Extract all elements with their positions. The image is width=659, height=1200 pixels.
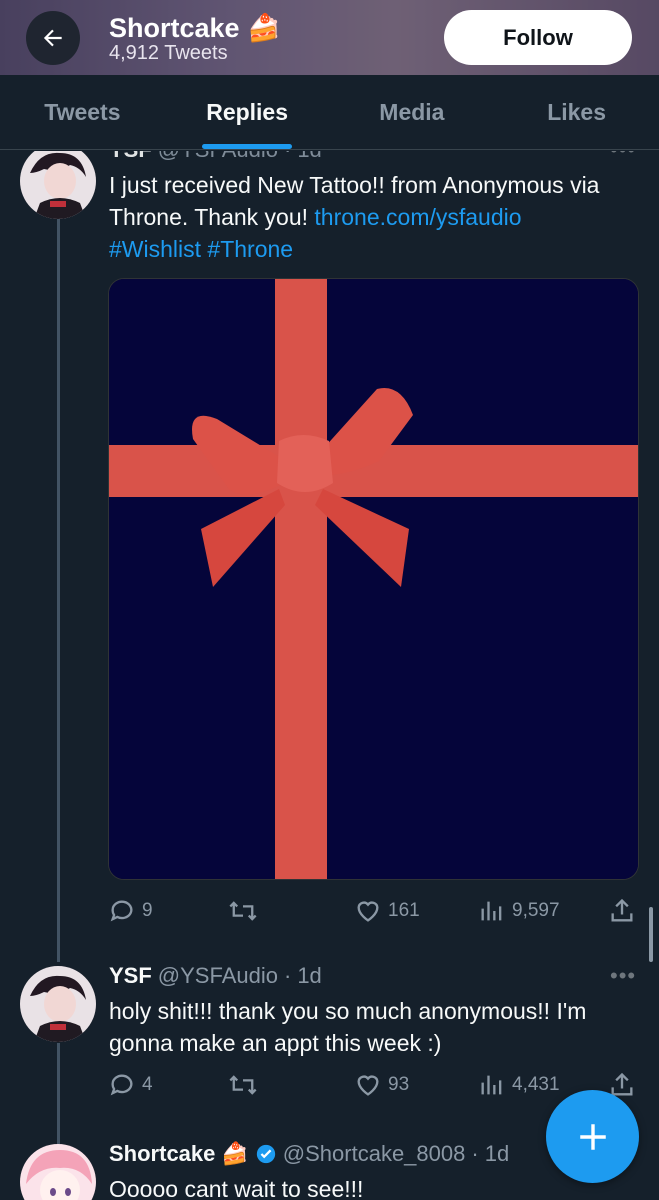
- tweet-actions: 9 161 9,597: [108, 897, 638, 927]
- arrow-left-icon: [43, 29, 62, 47]
- tweet-header: Shortcake 🍰 @Shortcake_8008 · 1d: [109, 1141, 510, 1167]
- tweet-hashtags[interactable]: #Wishlist #Throne: [109, 236, 293, 262]
- follow-button[interactable]: Follow: [444, 10, 632, 65]
- tweet-time: 1d: [297, 963, 322, 988]
- heart-icon: [357, 901, 379, 922]
- views-button[interactable]: 9,597: [478, 897, 560, 925]
- tab-media[interactable]: Media: [330, 75, 495, 149]
- view-count: 4,431: [512, 1074, 560, 1095]
- cake-emoji: 🍰: [221, 1141, 249, 1166]
- retweet-icon: [229, 901, 257, 921]
- avatar-image: [20, 1144, 96, 1200]
- retweet-icon: [229, 1075, 257, 1095]
- tweet-time: 1d: [297, 151, 321, 163]
- author-name[interactable]: YSF: [109, 963, 152, 989]
- like-count: 161: [388, 900, 420, 921]
- profile-header: Shortcake 🍰 4,912 Tweets Follow: [0, 0, 659, 75]
- tweet-time: 1d: [484, 1141, 510, 1166]
- cake-emoji: 🍰: [247, 13, 281, 43]
- profile-name: Shortcake 🍰: [109, 13, 281, 43]
- author-handle[interactable]: @YSFAudio: [158, 963, 278, 989]
- share-icon: [611, 898, 633, 922]
- reply-count: 9: [142, 900, 153, 921]
- heart-icon: [357, 1075, 379, 1096]
- like-count: 93: [388, 1074, 410, 1095]
- views-icon: [481, 1075, 502, 1095]
- tab-tweets[interactable]: Tweets: [0, 75, 165, 149]
- tweet-header: YSF @YSFAudio · 1d: [109, 963, 322, 989]
- back-button[interactable]: [26, 11, 80, 65]
- tweet-feed[interactable]: YSF @YSFAudio · 1d ••• I just received N…: [0, 151, 659, 1200]
- views-icon: [481, 901, 502, 921]
- reply-icon: [110, 1074, 133, 1096]
- verified-badge-icon: [256, 1144, 275, 1164]
- avatar[interactable]: [20, 1144, 96, 1200]
- tab-likes[interactable]: Likes: [494, 75, 659, 149]
- avatar-image: [20, 966, 96, 1042]
- gift-image[interactable]: [108, 278, 639, 880]
- more-options-icon[interactable]: •••: [610, 963, 636, 989]
- tweet-text: Ooooo cant wait to see!!!: [109, 1176, 364, 1200]
- reply-count: 4: [142, 1074, 153, 1095]
- view-count: 9,597: [512, 900, 560, 921]
- like-button[interactable]: 93: [354, 1071, 409, 1099]
- compose-tweet-button[interactable]: [546, 1090, 639, 1183]
- author-name[interactable]: YSF: [109, 151, 152, 163]
- reply-button[interactable]: 9: [108, 897, 153, 925]
- profile-tabs: Tweets Replies Media Likes: [0, 75, 659, 150]
- plus-icon: [579, 1123, 606, 1150]
- author-name[interactable]: Shortcake: [109, 1141, 215, 1167]
- author-handle[interactable]: @YSFAudio: [158, 151, 278, 163]
- tweet-header: YSF @YSFAudio · 1d: [109, 151, 322, 163]
- retweet-button[interactable]: [228, 1071, 258, 1099]
- tweet-count: 4,912 Tweets: [109, 42, 228, 64]
- scrollbar[interactable]: [649, 907, 653, 962]
- tweet-actions: 4 93 4,431: [108, 1071, 638, 1101]
- tweet-text: I just received New Tattoo!! from Anonym…: [109, 169, 639, 265]
- reply-icon: [110, 900, 133, 922]
- reply-button[interactable]: 4: [108, 1071, 153, 1099]
- more-options-icon[interactable]: •••: [610, 151, 636, 163]
- tab-replies[interactable]: Replies: [165, 75, 330, 149]
- thread-line: [57, 217, 60, 962]
- avatar-image: [20, 151, 96, 219]
- tweet-link[interactable]: throne.com/ysfaudio: [314, 204, 521, 230]
- views-button[interactable]: 4,431: [478, 1071, 560, 1099]
- author-handle[interactable]: @Shortcake_8008: [283, 1141, 466, 1167]
- like-button[interactable]: 161: [354, 897, 420, 925]
- share-button[interactable]: [608, 897, 636, 925]
- avatar[interactable]: [20, 966, 96, 1042]
- retweet-button[interactable]: [228, 897, 258, 925]
- avatar[interactable]: [20, 151, 96, 219]
- tweet-text: holy shit!!! thank you so much anonymous…: [109, 998, 587, 1056]
- gift-box-graphic: [109, 279, 638, 879]
